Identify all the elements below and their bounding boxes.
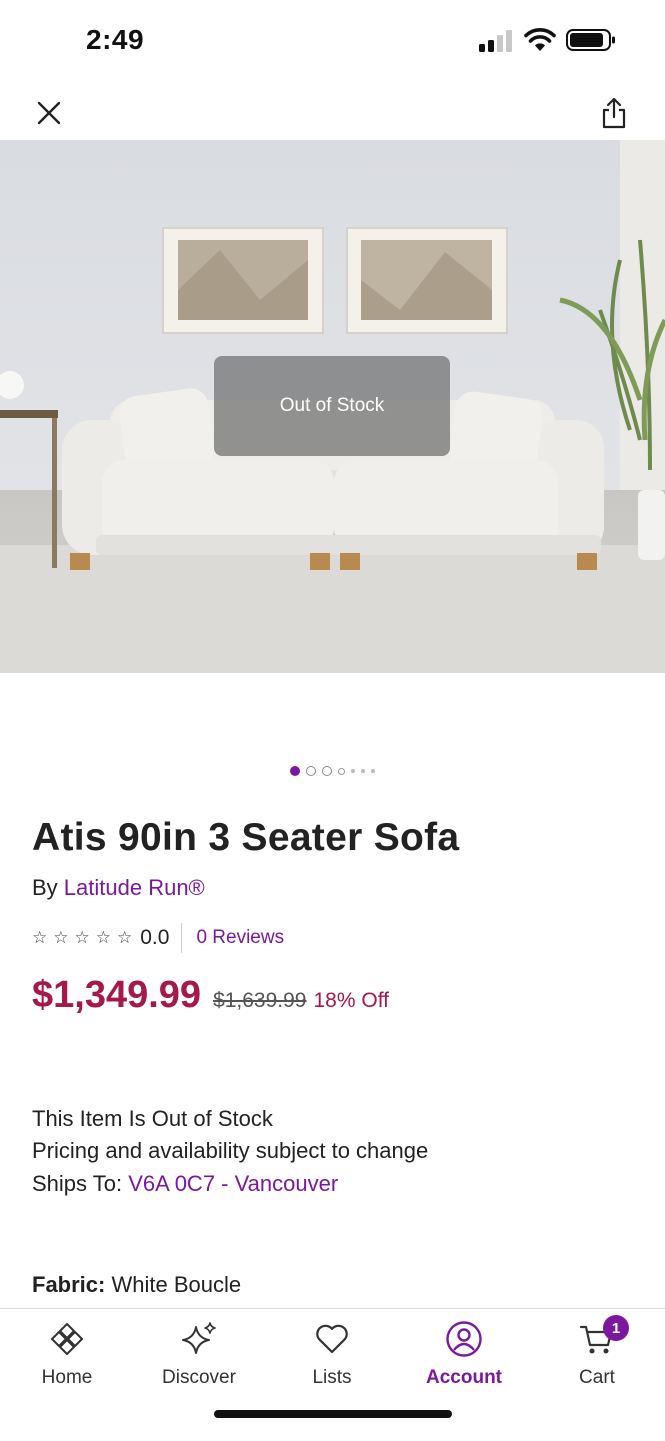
discount-label: 18% Off bbox=[313, 989, 390, 1012]
rating-row: ☆ ☆ ☆ ☆ ☆ 0.0 0 Reviews bbox=[32, 922, 284, 954]
product-image[interactable]: Out of Stock bbox=[0, 140, 665, 673]
rating-divider bbox=[181, 923, 183, 953]
fabric-option[interactable]: Fabric: White Boucle bbox=[32, 1272, 241, 1298]
carousel-dot bbox=[338, 767, 345, 775]
close-button[interactable] bbox=[27, 91, 71, 135]
heart-icon bbox=[312, 1319, 352, 1359]
home-icon bbox=[47, 1319, 87, 1359]
tab-label-discover: Discover bbox=[162, 1367, 236, 1388]
star-icon: ☆ bbox=[32, 928, 48, 947]
sparkle-icon bbox=[179, 1319, 219, 1359]
brand-byline: By Latitude Run® bbox=[32, 875, 205, 901]
fabric-value: White Boucle bbox=[105, 1272, 242, 1297]
ships-label: Ships To: bbox=[32, 1171, 129, 1196]
cart-badge: 1 bbox=[603, 1315, 629, 1341]
tab-cart[interactable]: 1 Cart bbox=[537, 1315, 657, 1389]
stock-message: This Item Is Out of Stock Pricing and av… bbox=[32, 1103, 428, 1167]
star-rating: ☆ ☆ ☆ ☆ ☆ bbox=[32, 928, 132, 948]
sale-price: $1,349.99 bbox=[32, 974, 202, 1016]
carousel-dot bbox=[361, 769, 365, 773]
carousel-indicator[interactable] bbox=[0, 763, 665, 779]
tab-lists[interactable]: Lists bbox=[272, 1319, 392, 1389]
wifi-icon bbox=[524, 28, 556, 51]
fabric-label: Fabric: bbox=[32, 1272, 106, 1297]
tab-home[interactable]: Home bbox=[7, 1319, 127, 1389]
cart-icon: 1 bbox=[577, 1315, 629, 1359]
tab-label-lists: Lists bbox=[312, 1367, 352, 1388]
cellular-signal-icon bbox=[479, 30, 512, 52]
battery-icon bbox=[566, 29, 615, 51]
bottom-tab-bar: Home Discover Lists Account 1 Cart bbox=[0, 1308, 665, 1441]
carousel-dot bbox=[306, 766, 316, 776]
price-row: $1,349.99 $1,639.99 18% Off bbox=[32, 974, 389, 1017]
product-title: Atis 90in 3 Seater Sofa bbox=[32, 816, 460, 859]
carousel-dot bbox=[322, 766, 332, 776]
star-icon: ☆ bbox=[53, 928, 69, 947]
star-icon: ☆ bbox=[95, 928, 111, 947]
status-bar: 2:49 bbox=[0, 0, 665, 82]
home-indicator bbox=[214, 1410, 452, 1418]
reviews-link[interactable]: 0 Reviews bbox=[196, 927, 284, 949]
stock-status: This Item Is Out of Stock bbox=[32, 1106, 273, 1131]
pricing-note: Pricing and availability subject to chan… bbox=[32, 1138, 429, 1163]
carousel-dot bbox=[351, 769, 355, 773]
share-icon bbox=[602, 97, 626, 129]
close-icon bbox=[37, 101, 61, 125]
star-icon: ☆ bbox=[117, 928, 133, 947]
tab-account[interactable]: Account bbox=[404, 1319, 524, 1389]
tab-label-account: Account bbox=[426, 1367, 502, 1388]
brand-link[interactable]: Latitude Run® bbox=[64, 875, 205, 900]
share-button[interactable] bbox=[592, 91, 636, 135]
status-time: 2:49 bbox=[86, 24, 145, 55]
rating-value: 0.0 bbox=[140, 926, 170, 949]
ships-to: Ships To: V6A 0C7 - Vancouver bbox=[32, 1171, 338, 1197]
star-icon: ☆ bbox=[74, 928, 90, 947]
original-price: $1,639.99 bbox=[213, 989, 307, 1012]
ships-location-link[interactable]: V6A 0C7 - Vancouver bbox=[128, 1171, 338, 1196]
carousel-dot bbox=[371, 769, 375, 773]
out-of-stock-overlay: Out of Stock bbox=[214, 356, 450, 456]
by-label: By bbox=[32, 875, 64, 900]
tab-discover[interactable]: Discover bbox=[139, 1319, 259, 1389]
tab-label-cart: Cart bbox=[579, 1367, 615, 1388]
top-nav-bar bbox=[0, 82, 665, 140]
account-icon bbox=[444, 1319, 484, 1359]
tab-label-home: Home bbox=[41, 1367, 93, 1388]
carousel-dot bbox=[290, 766, 300, 776]
